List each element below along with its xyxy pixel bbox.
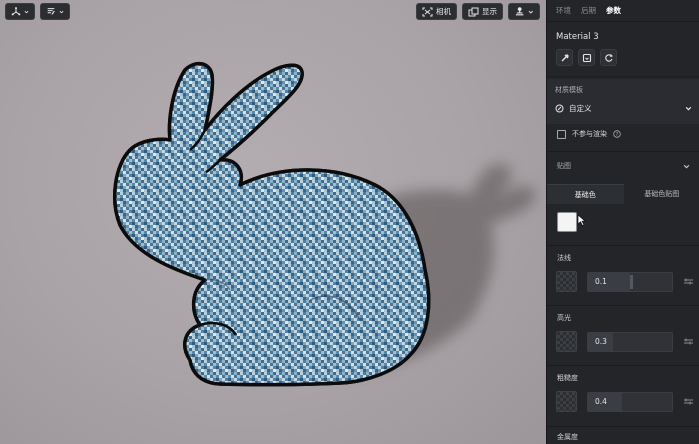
tab-environment[interactable]: 环境 xyxy=(556,5,571,16)
custom-brush-icon xyxy=(555,104,564,113)
param-metalness: 金属度 xyxy=(547,432,699,442)
adjust-sliders-icon[interactable] xyxy=(683,337,694,346)
material-tools xyxy=(556,49,690,66)
chevron-down-icon xyxy=(59,10,64,13)
specular-value-field[interactable]: 0.3 xyxy=(587,331,673,352)
save-material-button[interactable] xyxy=(578,49,595,66)
tab-base-color[interactable]: 基础色 xyxy=(547,184,624,204)
material-template-label: 材质模板 xyxy=(555,86,583,94)
maps-section-header[interactable]: 贴图 xyxy=(547,159,699,173)
normal-map-slot[interactable] xyxy=(556,271,577,292)
color-subtabs: 基础色 基础色贴图 xyxy=(547,184,699,204)
param-normal: 法线 0.1 xyxy=(547,253,699,292)
material-header: Material 3 xyxy=(547,22,699,66)
tab-base-color-map[interactable]: 基础色贴图 xyxy=(624,184,699,204)
paint-brush-icon xyxy=(47,8,55,15)
svg-text:?: ? xyxy=(616,132,619,138)
param-metalness-label: 金属度 xyxy=(557,433,578,441)
mouse-cursor-icon xyxy=(577,214,586,226)
chevron-down-icon xyxy=(683,164,690,168)
save-icon xyxy=(582,53,591,62)
eyedropper-icon xyxy=(561,53,569,61)
roughness-value: 0.4 xyxy=(595,397,607,406)
camera-frame-icon xyxy=(422,7,433,16)
display-label: 显示 xyxy=(482,7,497,16)
reset-material-button[interactable] xyxy=(600,49,617,66)
chevron-down-icon xyxy=(685,106,692,111)
normal-slider-handle[interactable] xyxy=(630,274,633,289)
shading-mode-dropdown[interactable] xyxy=(40,3,70,20)
specular-map-slot[interactable] xyxy=(556,331,577,352)
tab-post-processing[interactable]: 后期 xyxy=(581,5,596,16)
material-template-value: 自定义 xyxy=(569,104,592,113)
reset-icon xyxy=(604,53,613,62)
panel-tabs: 环境 后期 参数 xyxy=(547,0,699,22)
camera-label: 相机 xyxy=(436,7,451,16)
material-template-section: 材质模板 自定义 xyxy=(547,79,699,124)
chevron-down-icon xyxy=(528,10,534,14)
param-specular: 高光 0.3 xyxy=(547,313,699,352)
properties-panel: 环境 后期 参数 Material 3 材质模板 自定义 不参与渲染 ? 贴图 … xyxy=(546,0,699,444)
exclude-render-row[interactable]: 不参与渲染 ? xyxy=(547,127,699,141)
transform-gizmo-dropdown[interactable] xyxy=(5,3,35,20)
light-rig-icon xyxy=(515,7,524,16)
lighting-dropdown[interactable] xyxy=(508,3,540,20)
normal-value: 0.1 xyxy=(595,277,607,286)
display-button[interactable]: 显示 xyxy=(462,3,503,20)
camera-button[interactable]: 相机 xyxy=(416,3,457,20)
3d-viewport[interactable]: 相机 显示 xyxy=(0,0,546,444)
normal-value-field[interactable]: 0.1 xyxy=(587,271,673,292)
tab-parameters[interactable]: 参数 xyxy=(606,5,621,16)
param-normal-label: 法线 xyxy=(557,254,571,262)
roughness-map-slot[interactable] xyxy=(556,391,577,412)
material-name: Material 3 xyxy=(556,32,599,42)
layers-icon xyxy=(468,7,479,16)
adjust-sliders-icon[interactable] xyxy=(683,277,694,286)
scene-render xyxy=(113,61,535,387)
adjust-sliders-icon[interactable] xyxy=(683,397,694,406)
bunny-model xyxy=(113,61,431,387)
base-color-row xyxy=(547,212,699,242)
help-icon[interactable]: ? xyxy=(613,130,621,138)
chevron-down-icon xyxy=(24,10,29,13)
axis-gizmo-icon xyxy=(11,7,21,16)
specular-value: 0.3 xyxy=(595,337,607,346)
exclude-render-label: 不参与渲染 xyxy=(572,130,607,138)
param-specular-label: 高光 xyxy=(557,314,571,322)
base-color-swatch[interactable] xyxy=(557,212,577,232)
material-template-select[interactable]: 自定义 xyxy=(555,103,692,114)
param-roughness-label: 粗糙度 xyxy=(557,374,578,382)
exclude-render-checkbox[interactable] xyxy=(557,129,566,139)
param-roughness: 粗糙度 0.4 xyxy=(547,373,699,412)
pick-material-button[interactable] xyxy=(556,49,573,66)
roughness-value-field[interactable]: 0.4 xyxy=(587,391,673,412)
maps-label: 贴图 xyxy=(557,162,571,170)
